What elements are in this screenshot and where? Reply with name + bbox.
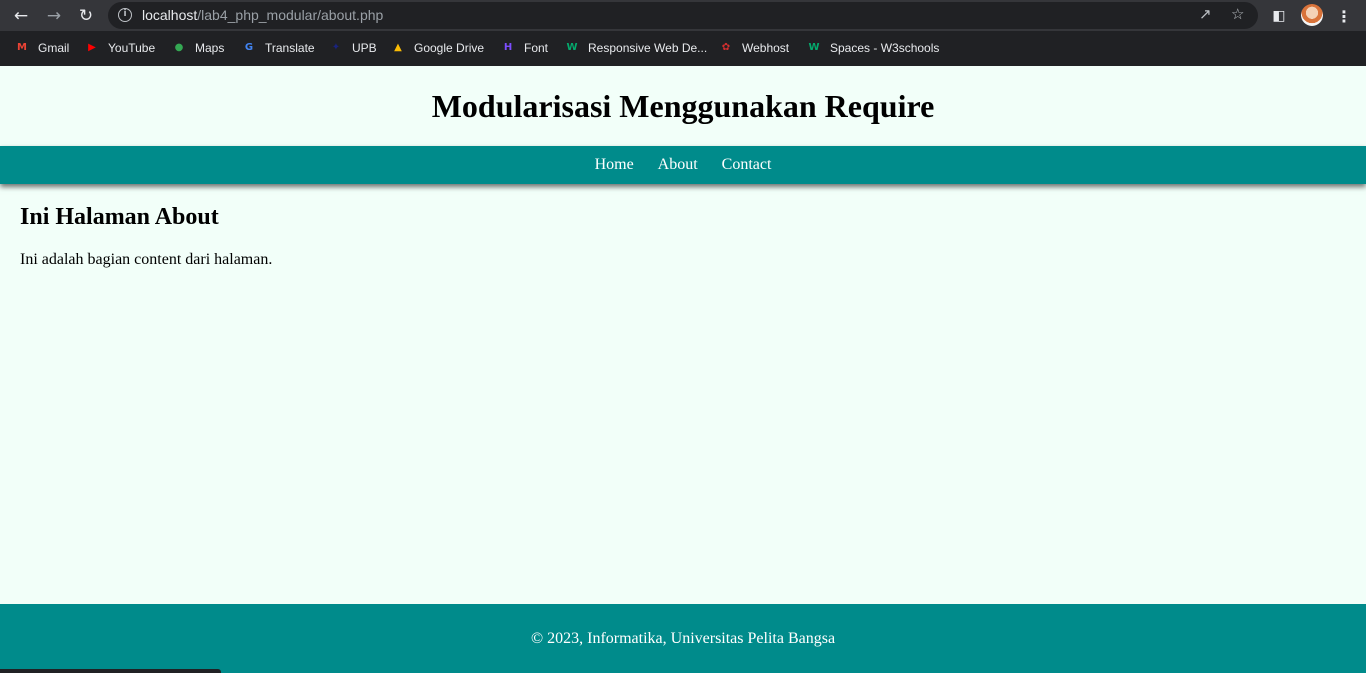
font-icon: H	[503, 42, 513, 53]
url-host: localhost	[142, 7, 198, 23]
profile-avatar[interactable]	[1301, 4, 1323, 26]
back-arrow-icon[interactable]: ←	[9, 4, 33, 28]
footer-text: © 2023, Informatika, Universitas Pelita …	[530, 630, 836, 647]
nav-link-home[interactable]: Home	[595, 156, 634, 174]
upb-icon: ✦	[331, 42, 341, 53]
bookmark-maps[interactable]: ● Maps	[171, 40, 225, 56]
nav-link-about[interactable]: About	[658, 156, 698, 174]
bookmarks-bar: M Gmail ▶ YouTube ● Maps G Translate ✦ UPB ▲ Google…	[0, 31, 1366, 66]
youtube-icon: ▶	[88, 42, 96, 53]
content-heading: Ini Halaman About	[20, 204, 219, 230]
bookmark-star-icon[interactable]: ☆	[1231, 5, 1244, 23]
url-text[interactable]: localhost/lab4_php_modular/about.php	[142, 7, 383, 23]
address-bar[interactable]: i localhost/lab4_php_modular/about.php ↗…	[108, 2, 1258, 29]
bookmark-label: YouTube	[108, 41, 156, 55]
browser-toolbar: ← → ↻ i localhost/lab4_php_modular/about…	[0, 0, 1366, 31]
bookmark-label: Webhost	[742, 41, 790, 55]
bookmark-translate[interactable]: G Translate	[241, 40, 315, 56]
site-footer: © 2023, Informatika, Universitas Pelita …	[0, 604, 1366, 673]
webhost-icon: ✿	[721, 42, 731, 53]
bookmark-gmail[interactable]: M Gmail	[14, 40, 69, 56]
bookmark-font[interactable]: H Font	[500, 40, 548, 56]
bookmark-label: Translate	[265, 41, 315, 55]
reload-icon[interactable]: ↻	[74, 4, 98, 28]
bookmark-responsive-web-de[interactable]: W Responsive Web De...	[564, 40, 707, 56]
main-nav: Home About Contact	[0, 146, 1366, 184]
maps-icon: ●	[174, 42, 184, 53]
side-panel-icon[interactable]: ◧	[1267, 4, 1291, 28]
w3schools-icon: W	[566, 42, 578, 53]
bookmark-youtube[interactable]: ▶ YouTube	[84, 40, 155, 56]
bookmark-label: Responsive Web De...	[588, 41, 708, 55]
bookmark-label: Font	[524, 41, 549, 55]
nav-link-contact[interactable]: Contact	[722, 156, 772, 174]
url-path: /lab4_php_modular/about.php	[197, 7, 384, 23]
bookmark-label: UPB	[352, 41, 377, 55]
bookmark-upb[interactable]: ✦ UPB	[328, 40, 377, 56]
bookmark-label: Spaces - W3schools	[830, 41, 940, 55]
site-header: Modularisasi Menggunakan Require	[0, 66, 1366, 146]
content-paragraph: Ini adalah bagian content dari halaman.	[20, 251, 273, 268]
browser-chrome: ← → ↻ i localhost/lab4_php_modular/about…	[0, 0, 1366, 66]
bookmark-google-drive[interactable]: ▲ Google Drive	[390, 40, 484, 56]
bookmark-label: Maps	[195, 41, 225, 55]
gmail-icon: M	[17, 42, 27, 53]
bookmark-label: Google Drive	[414, 41, 485, 55]
site-info-icon[interactable]: i	[118, 8, 132, 22]
main-content: Ini Halaman About Ini adalah bagian cont…	[20, 204, 1340, 269]
status-bar	[0, 669, 221, 673]
bookmark-spaces-w3schools[interactable]: W Spaces - W3schools	[806, 40, 939, 56]
forward-arrow-icon[interactable]: →	[42, 4, 66, 28]
w3schools-spaces-icon: W	[808, 42, 820, 53]
menu-kebab-icon[interactable]: ⋮	[1332, 4, 1356, 28]
bookmark-label: Gmail	[38, 41, 70, 55]
page-title: Modularisasi Menggunakan Require	[431, 88, 935, 124]
translate-icon: G	[244, 42, 254, 53]
bookmark-webhost[interactable]: ✿ Webhost	[718, 40, 789, 56]
share-icon[interactable]: ↗	[1199, 5, 1212, 23]
google-drive-icon: ▲	[394, 42, 402, 53]
